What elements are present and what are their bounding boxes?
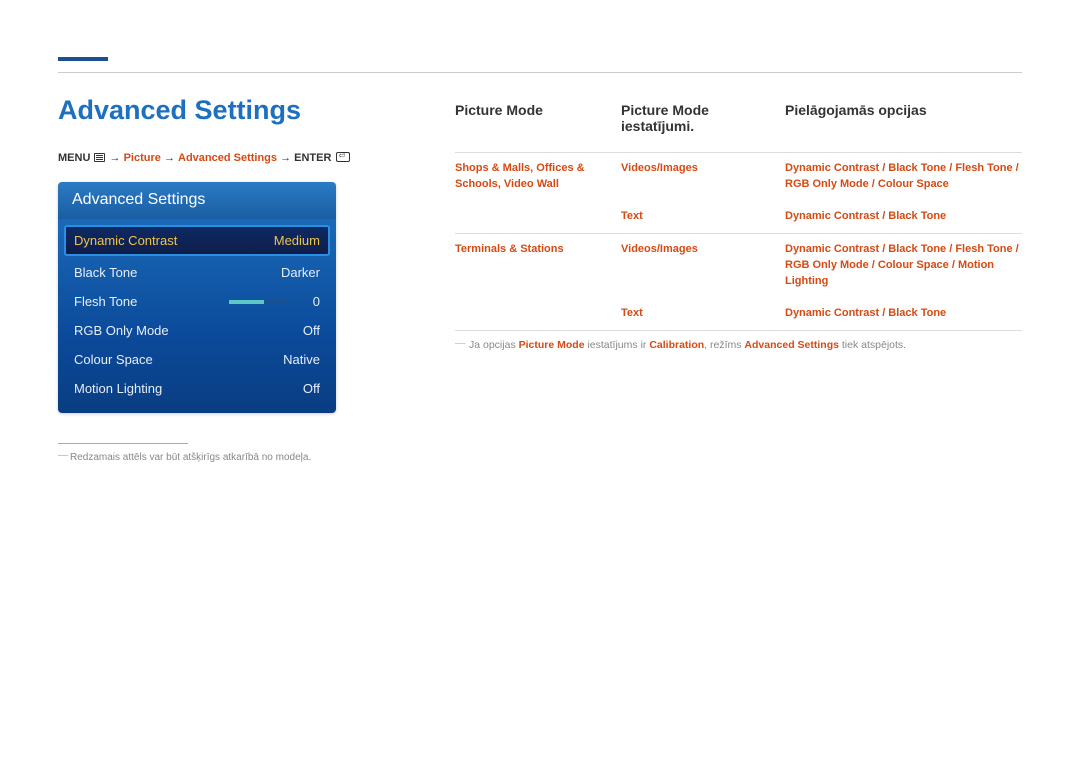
osd-body: Dynamic Contrast Medium Black Tone Darke…	[58, 219, 336, 413]
breadcrumb-arrow: →	[164, 152, 175, 164]
breadcrumb-arrow: →	[110, 152, 121, 164]
osd-label: Motion Lighting	[74, 381, 162, 396]
enter-icon	[336, 152, 350, 162]
note-text: Ja opcijas	[469, 339, 519, 351]
breadcrumb-advanced: Advanced Settings	[178, 152, 277, 164]
osd-value: Off	[303, 381, 320, 396]
table-cell-setting: Videos/Images	[621, 161, 785, 193]
table-cell-setting: Text	[621, 306, 785, 322]
table-cell-mode	[455, 306, 621, 322]
osd-title: Advanced Settings	[58, 182, 336, 219]
osd-value: 0	[313, 294, 320, 309]
table-cell-mode: Terminals & Stations	[455, 242, 621, 290]
osd-panel: Advanced Settings Dynamic Contrast Mediu…	[58, 182, 336, 413]
left-column: Advanced Settings MENU → Picture → Advan…	[58, 95, 408, 463]
table-header-picture-mode: Picture Mode	[455, 102, 621, 134]
table-header: Picture Mode Picture Mode iestatījumi. P…	[455, 102, 1022, 134]
osd-value: Medium	[274, 233, 320, 248]
bottom-note: Ja opcijas Picture Mode iestatījums ir C…	[455, 330, 1022, 351]
breadcrumb-enter: ENTER	[294, 152, 331, 164]
table-row: Terminals & Stations Videos/Images Dynam…	[455, 233, 1022, 298]
osd-row-colour-space[interactable]: Colour Space Native	[64, 345, 330, 374]
table-cell-mode	[455, 209, 621, 225]
header-rule	[58, 72, 1022, 73]
slider-track[interactable]	[229, 300, 289, 304]
footnote-rule	[58, 443, 188, 444]
table-cell-setting: Text	[621, 209, 785, 225]
osd-label: Flesh Tone	[74, 294, 137, 309]
osd-label: Black Tone	[74, 265, 137, 280]
osd-row-flesh-tone[interactable]: Flesh Tone 0	[64, 287, 330, 316]
table-cell-opts: Dynamic Contrast / Black Tone / Flesh To…	[785, 242, 1022, 290]
osd-row-black-tone[interactable]: Black Tone Darker	[64, 258, 330, 287]
osd-label: Dynamic Contrast	[74, 233, 177, 248]
table-cell-opts: Dynamic Contrast / Black Tone	[785, 306, 1022, 322]
table-cell-opts: Dynamic Contrast / Black Tone / Flesh To…	[785, 161, 1022, 193]
osd-row-dynamic-contrast[interactable]: Dynamic Contrast Medium	[64, 225, 330, 256]
breadcrumb-menu: MENU	[58, 152, 90, 164]
note-text: tiek atspējots.	[839, 339, 906, 351]
table-row: Text Dynamic Contrast / Black Tone	[455, 298, 1022, 330]
osd-row-motion-lighting[interactable]: Motion Lighting Off	[64, 374, 330, 403]
table-row: Shops & Malls, Offices & Schools, Video …	[455, 152, 1022, 201]
page-title: Advanced Settings	[58, 95, 408, 126]
note-calibration: Calibration	[649, 339, 704, 351]
table-cell-mode: Shops & Malls, Offices & Schools, Video …	[455, 161, 621, 193]
note-advanced-settings: Advanced Settings	[744, 339, 839, 351]
slider-fill	[229, 300, 264, 304]
note-text: , režīms	[704, 339, 744, 351]
osd-value: Off	[303, 323, 320, 338]
breadcrumb-picture: Picture	[124, 152, 161, 164]
header-accent-bar	[58, 57, 108, 61]
osd-label: Colour Space	[74, 352, 153, 367]
table-row: Text Dynamic Contrast / Black Tone	[455, 201, 1022, 233]
table-cell-setting: Videos/Images	[621, 242, 785, 290]
osd-value: Native	[283, 352, 320, 367]
note-picture-mode: Picture Mode	[519, 339, 585, 351]
osd-slider-wrapper: 0	[229, 294, 320, 309]
right-column: Picture Mode Picture Mode iestatījumi. P…	[455, 102, 1022, 351]
table-header-options: Pielāgojamās opcijas	[785, 102, 1022, 134]
breadcrumb-arrow: →	[280, 152, 291, 164]
footnote: Redzamais attēls var būt atšķirīgs atkar…	[58, 452, 408, 463]
menu-icon	[94, 153, 105, 162]
note-text: iestatījums ir	[585, 339, 650, 351]
table-header-settings: Picture Mode iestatījumi.	[621, 102, 785, 134]
osd-row-rgb-only[interactable]: RGB Only Mode Off	[64, 316, 330, 345]
osd-value: Darker	[281, 265, 320, 280]
breadcrumb: MENU → Picture → Advanced Settings → ENT…	[58, 151, 408, 164]
osd-label: RGB Only Mode	[74, 323, 169, 338]
table-cell-opts: Dynamic Contrast / Black Tone	[785, 209, 1022, 225]
